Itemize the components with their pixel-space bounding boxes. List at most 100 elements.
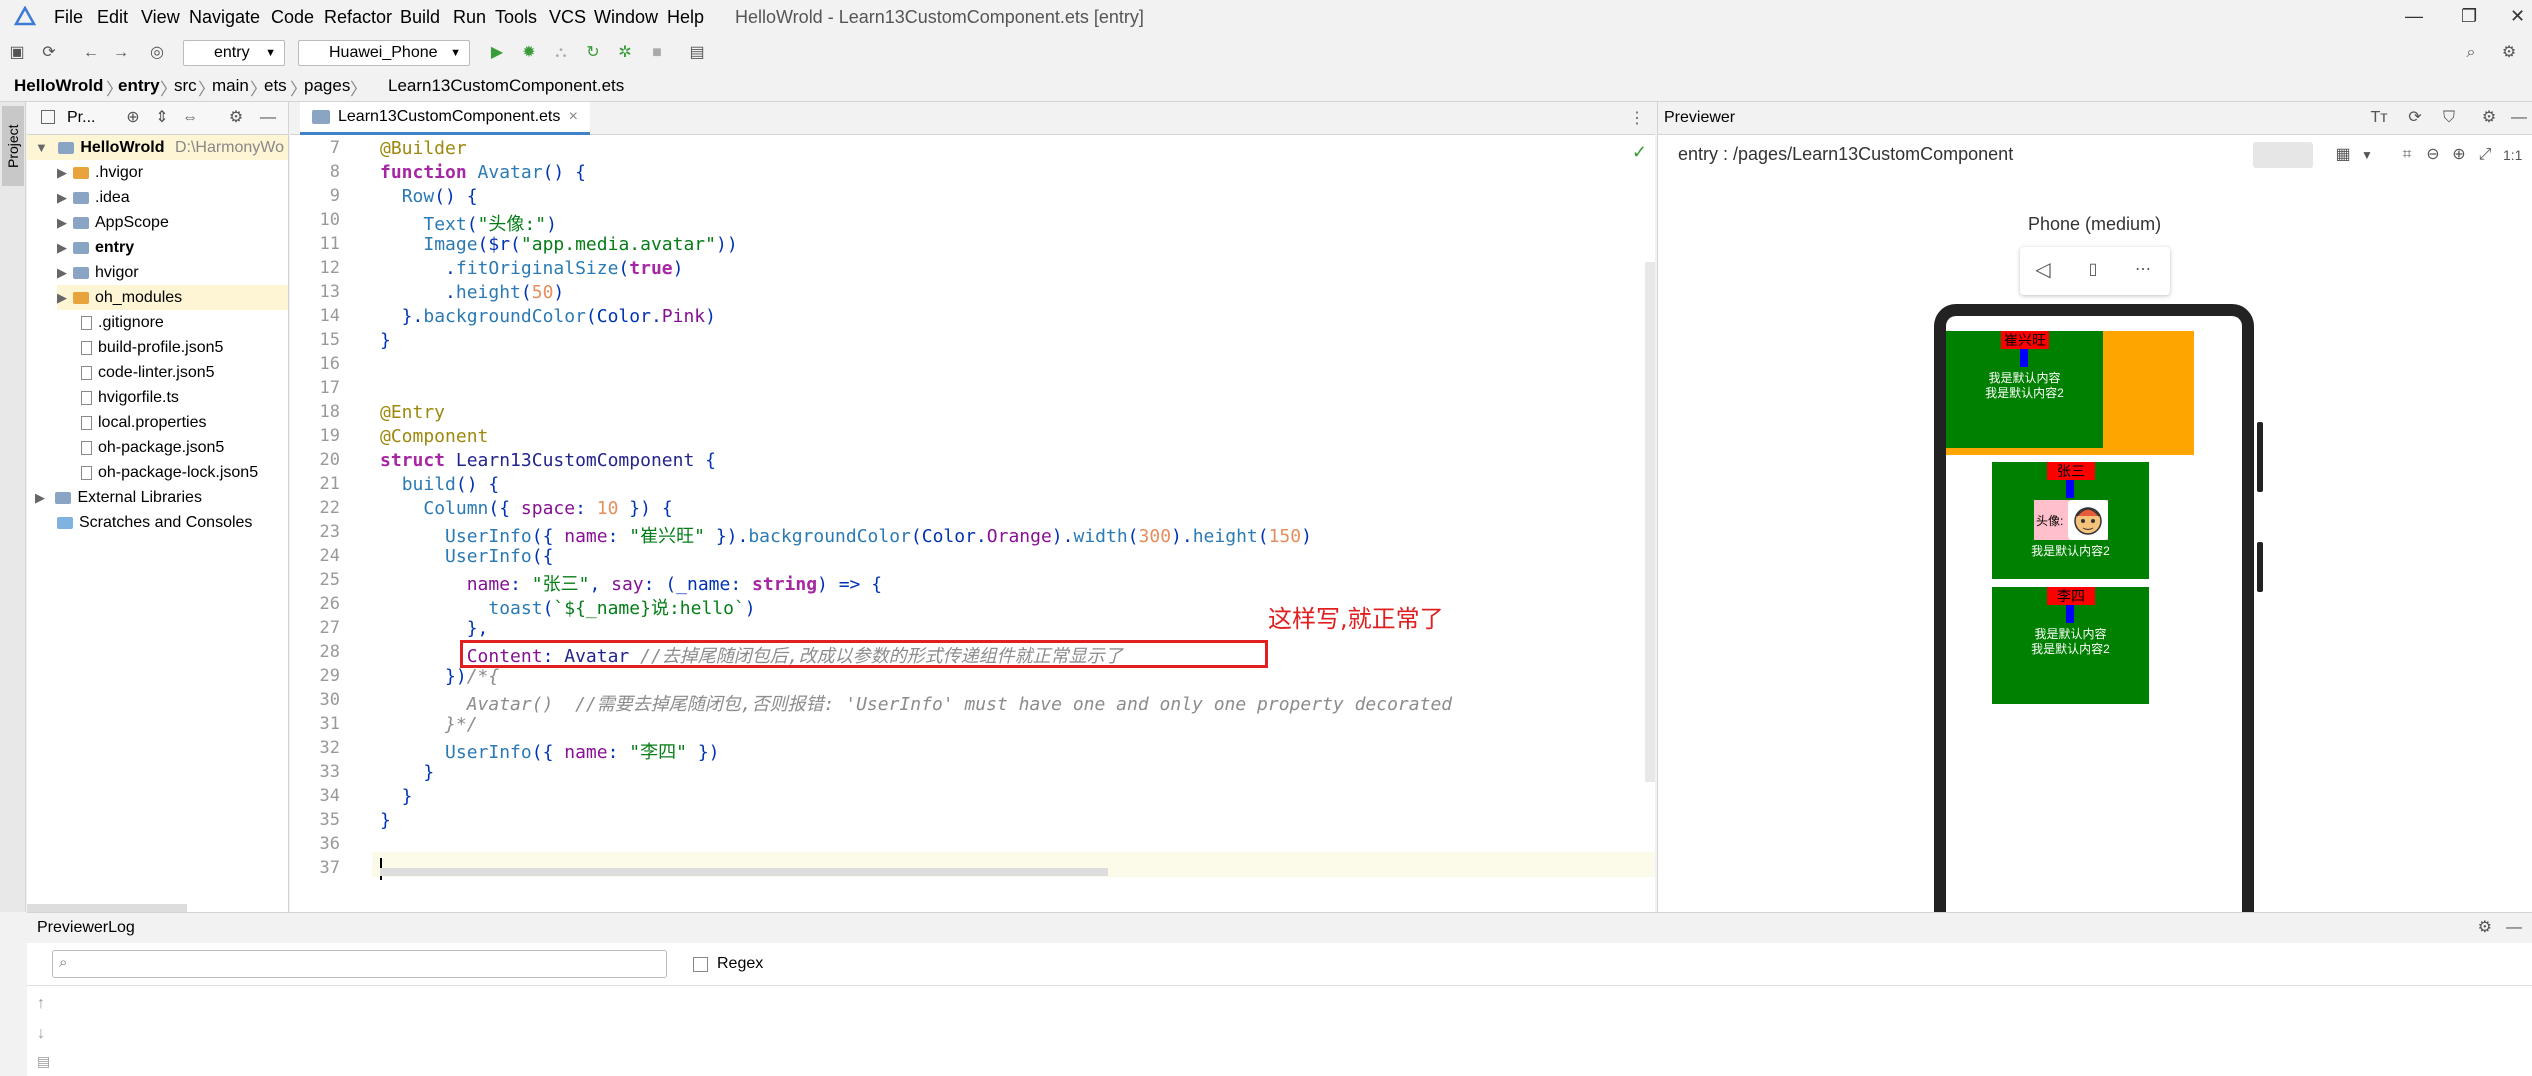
font-size-icon[interactable]: Tт	[2370, 109, 2388, 127]
clear-icon[interactable]: ▤	[37, 1053, 50, 1070]
tree-item[interactable]: ▶ AppScope	[57, 210, 169, 235]
more-icon[interactable]: ⋮	[1629, 108, 1645, 128]
gear-icon[interactable]: ⚙	[227, 109, 245, 127]
profile-icon[interactable]: ✲	[616, 44, 634, 62]
back-icon[interactable]: ←	[82, 44, 100, 62]
tree-item[interactable]: ▶ entry	[57, 235, 134, 260]
breadcrumb-item[interactable]: entry	[118, 76, 160, 96]
tree-root[interactable]: ▼ HelloWrold D:\HarmonyWo	[27, 135, 288, 160]
menu-code[interactable]: Code	[271, 7, 314, 28]
project-tool-tab[interactable]: Project	[2, 106, 24, 186]
hide-icon[interactable]: —	[259, 109, 277, 127]
log-search-input[interactable]: ⌕	[52, 950, 667, 978]
expand-all-icon[interactable]: ⇕	[153, 109, 171, 127]
tree-scratches[interactable]: Scratches and Consoles	[57, 510, 252, 535]
rotate-icon[interactable]: ▯	[2084, 261, 2102, 279]
minimize-icon[interactable]: —	[2405, 6, 2423, 27]
breadcrumb-item[interactable]: main	[212, 76, 249, 96]
tree-external-libraries[interactable]: ▶ External Libraries	[35, 485, 202, 510]
menu-refactor[interactable]: Refactor	[324, 7, 392, 28]
chevron-right-icon[interactable]: ▶	[57, 190, 67, 205]
chevron-right-icon[interactable]: ▶	[57, 265, 67, 280]
project-view-select[interactable]: Pr...	[67, 109, 95, 127]
breadcrumb-item[interactable]: pages	[304, 76, 350, 96]
zoom-in-icon[interactable]: ⊕	[2450, 146, 2468, 164]
back-icon[interactable]: ◁	[2034, 260, 2052, 280]
regex-checkbox[interactable]	[693, 957, 708, 972]
device-select[interactable]: Huawei_Phone ▼	[298, 40, 470, 66]
code-area[interactable]: @Builder function Avatar() { Row() { Tex…	[380, 135, 1655, 912]
hide-icon[interactable]: —	[2510, 109, 2528, 127]
breadcrumb-item[interactable]: HelloWrold	[14, 76, 103, 96]
collapse-all-icon[interactable]: ⇔	[181, 109, 199, 127]
run-icon[interactable]: ▶	[488, 44, 506, 62]
device-manager-icon[interactable]: ▤	[688, 44, 706, 62]
editor-horizontal-scrollbar[interactable]	[380, 868, 1108, 876]
editor-tab-active[interactable]: Learn13CustomComponent.ets ×	[300, 102, 590, 135]
layers-icon[interactable]: ⛉	[2440, 109, 2458, 127]
vertical-scrollbar[interactable]	[1645, 262, 1655, 782]
menu-tools[interactable]: Tools	[495, 7, 537, 28]
target-icon[interactable]: ◎	[148, 44, 166, 62]
menu-vcs[interactable]: VCS	[549, 7, 586, 28]
menu-navigate[interactable]: Navigate	[189, 7, 260, 28]
close-icon[interactable]: ✕	[2510, 6, 2525, 27]
tree-item[interactable]: ▶ .hvigor	[57, 160, 143, 185]
zoom-out-icon[interactable]: ⊖	[2424, 146, 2442, 164]
tree-item[interactable]: .gitignore	[79, 310, 164, 335]
tree-item[interactable]: ▶ .idea	[57, 185, 130, 210]
module-select[interactable]: entry ▼	[183, 40, 285, 66]
horizontal-scrollbar[interactable]	[27, 904, 187, 912]
locate-icon[interactable]: ⊕	[124, 109, 142, 127]
hide-icon[interactable]: —	[2506, 913, 2522, 943]
phone-side-button	[2257, 542, 2263, 592]
menu-file[interactable]: File	[54, 7, 83, 28]
attach-icon[interactable]: ⛬	[552, 44, 570, 62]
more-icon[interactable]: ⋯	[2134, 261, 2152, 279]
menu-help[interactable]: Help	[667, 7, 704, 28]
tree-item[interactable]: ▶ hvigor	[57, 260, 139, 285]
menu-window[interactable]: Window	[594, 7, 658, 28]
settings-icon[interactable]: ⚙	[2500, 44, 2518, 62]
tree-item[interactable]: build-profile.json5	[79, 335, 223, 360]
multi-device-icon[interactable]: ▦	[2334, 146, 2352, 164]
gear-icon[interactable]: ⚙	[2480, 109, 2498, 127]
chevron-down-icon[interactable]: ▼	[2358, 146, 2376, 164]
refresh-icon[interactable]: ⟳	[2406, 109, 2424, 127]
debug-icon[interactable]: ✹	[520, 44, 538, 62]
chevron-right-icon[interactable]: ▶	[57, 215, 67, 230]
tree-item[interactable]: code-linter.json5	[79, 360, 215, 385]
breadcrumb-item[interactable]: Learn13CustomComponent.ets	[388, 76, 624, 96]
menu-run[interactable]: Run	[453, 7, 486, 28]
rerun-icon[interactable]: ↻	[584, 44, 602, 62]
breadcrumb-item[interactable]: src	[174, 76, 197, 96]
inspector-toggle[interactable]	[2253, 142, 2313, 168]
fit-icon[interactable]: ⤢	[2476, 146, 2494, 164]
save-icon[interactable]: ▣	[8, 44, 26, 62]
scroll-up-icon[interactable]: ↑	[37, 995, 45, 1013]
file-icon	[81, 440, 92, 455]
breadcrumb-item[interactable]: ets	[264, 76, 287, 96]
chevron-right-icon[interactable]: ▶	[57, 240, 67, 255]
menu-build[interactable]: Build	[400, 7, 440, 28]
search-icon[interactable]: ⌕	[2462, 44, 2480, 62]
tree-item[interactable]: oh-package.json5	[79, 435, 224, 460]
scroll-down-icon[interactable]: ↓	[37, 1025, 45, 1043]
tree-item[interactable]: hvigorfile.ts	[79, 385, 179, 410]
regex-label: Regex	[717, 955, 764, 972]
tree-item[interactable]: ▶ oh_modules	[57, 285, 288, 310]
menu-edit[interactable]: Edit	[97, 7, 128, 28]
chevron-right-icon[interactable]: ▶	[57, 165, 67, 180]
frame-icon[interactable]: ⌗	[2398, 146, 2416, 164]
restore-icon[interactable]: ❐	[2461, 6, 2477, 27]
forward-icon[interactable]: →	[112, 44, 130, 62]
chevron-right-icon[interactable]: ▶	[57, 290, 67, 305]
stop-icon[interactable]: ■	[648, 44, 666, 62]
tree-item[interactable]: oh-package-lock.json5	[79, 460, 258, 485]
close-tab-icon[interactable]: ×	[569, 102, 578, 132]
tree-item[interactable]: local.properties	[79, 410, 207, 435]
actual-size-icon[interactable]: 1:1	[2503, 146, 2522, 164]
sync-icon[interactable]: ⟳	[40, 44, 58, 62]
menu-view[interactable]: View	[141, 7, 180, 28]
gear-icon[interactable]: ⚙	[2478, 913, 2492, 943]
